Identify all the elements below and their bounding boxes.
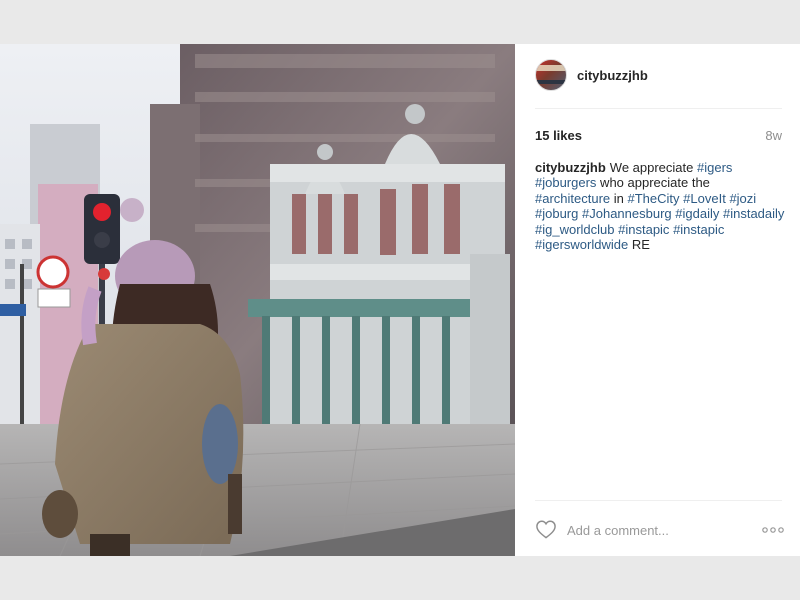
- header-username[interactable]: citybuzzjhb: [577, 68, 648, 83]
- more-options-icon[interactable]: [762, 527, 784, 533]
- post-photo[interactable]: [0, 44, 515, 556]
- comment-input[interactable]: [565, 516, 759, 544]
- hashtag-link[interactable]: #architecture: [535, 191, 610, 206]
- photo-scene: [0, 44, 515, 556]
- hashtag-link[interactable]: #LoveIt: [683, 191, 726, 206]
- hashtag-link[interactable]: #Johannesburg: [582, 206, 672, 221]
- hashtag-link[interactable]: #jozi: [729, 191, 756, 206]
- hashtag-link[interactable]: #joburg: [535, 206, 578, 221]
- comment-bar: [515, 501, 800, 556]
- caption-username[interactable]: citybuzzjhb: [535, 160, 606, 175]
- post-details-panel: citybuzzjhb 15 likes 8w citybuzzjhb We ap…: [515, 44, 800, 556]
- caption-text-segment: We appreciate: [609, 160, 697, 175]
- hashtag-link[interactable]: #igdaily: [675, 206, 719, 221]
- hashtag-link[interactable]: #ig_worldclub: [535, 222, 615, 237]
- hashtag-link[interactable]: #instadaily: [723, 206, 784, 221]
- hashtag-link[interactable]: #igers: [697, 160, 732, 175]
- profile-avatar[interactable]: [535, 59, 567, 91]
- hashtag-link[interactable]: #TheCity: [628, 191, 680, 206]
- hashtag-link[interactable]: #instapic: [618, 222, 669, 237]
- hashtag-link[interactable]: #igersworldwide: [535, 237, 628, 252]
- caption-text-segment: who appreciate the: [596, 175, 710, 191]
- hashtag-link[interactable]: #joburgers: [535, 175, 596, 190]
- post-timestamp[interactable]: 8w: [765, 128, 782, 143]
- post-header: citybuzzjhb: [515, 44, 800, 108]
- heart-outline-icon[interactable]: [535, 519, 557, 539]
- instagram-post: citybuzzjhb 15 likes 8w citybuzzjhb We ap…: [0, 44, 800, 556]
- likes-count[interactable]: 15 likes: [535, 128, 582, 143]
- caption-text-segment: RE: [628, 237, 650, 253]
- hashtag-link[interactable]: #instapic: [673, 222, 724, 237]
- header-divider: [535, 108, 782, 109]
- caption-text-segment: in: [610, 190, 628, 206]
- post-caption: citybuzzjhb We appreciate #igers #joburge…: [535, 160, 785, 252]
